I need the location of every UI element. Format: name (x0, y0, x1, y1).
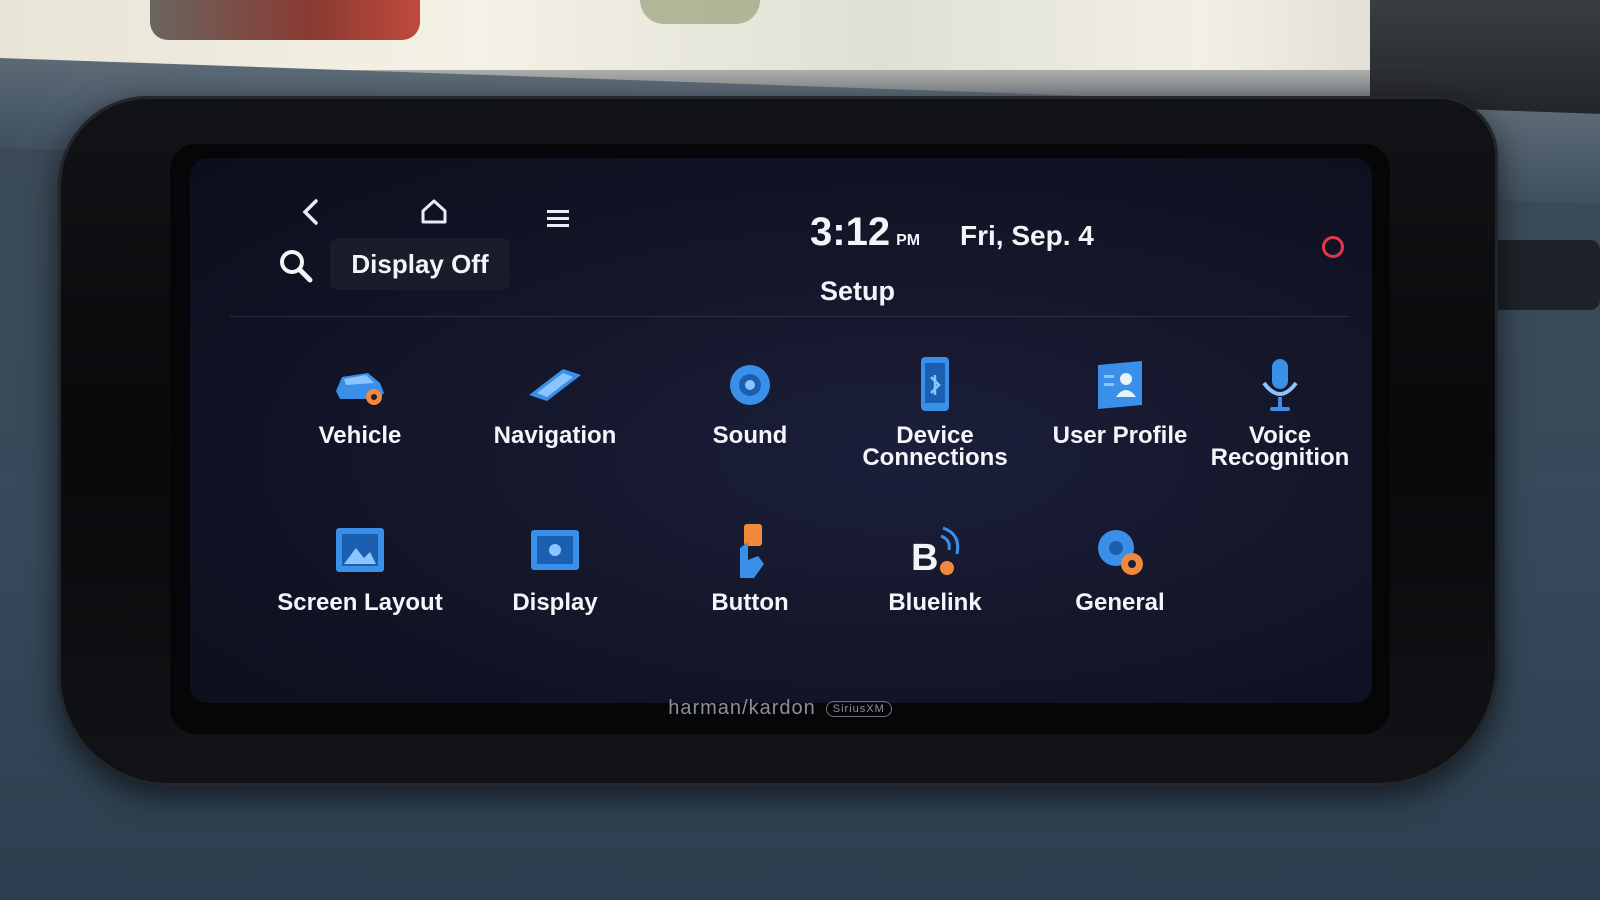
setting-label: Display (512, 589, 598, 616)
setting-label: Sound (712, 422, 788, 449)
date: Fri, Sep. 4 (960, 220, 1094, 251)
setting-voice-recognition[interactable]: Voice Recognition (1180, 353, 1372, 493)
setting-label: Device Connections (862, 422, 1008, 471)
screen-bezel: 3:12 PM Fri, Sep. 4 Setup Display Off Veh… (170, 144, 1390, 734)
setting-label: Screen Layout (277, 589, 443, 616)
screen-layout-icon (336, 528, 384, 572)
brand-name: harman/kardon (668, 697, 816, 719)
windshield-view (0, 0, 1600, 140)
svg-text:B: B (911, 537, 938, 579)
setting-device-connections[interactable]: Device Connections (840, 353, 1030, 493)
clock-time: 3:12 (810, 210, 891, 254)
clock: 3:12 PM (810, 210, 920, 255)
infotainment-unit: 3:12 PM Fri, Sep. 4 Setup Display Off Veh… (58, 96, 1498, 786)
sound-icon (730, 365, 770, 405)
setting-label: Voice Recognition (1210, 422, 1350, 471)
setting-display[interactable]: Display (460, 520, 650, 660)
page-title: Setup (820, 276, 896, 306)
divider (230, 316, 1348, 317)
setting-screen-layout[interactable]: Screen Layout (265, 520, 455, 660)
infotainment-screen: 3:12 PM Fri, Sep. 4 Setup Display Off Veh… (190, 158, 1372, 703)
display-icon (531, 530, 579, 570)
setting-general[interactable]: General (1025, 520, 1215, 660)
setting-bluelink[interactable]: B Bluelink (840, 520, 1030, 660)
general-icon (1098, 530, 1143, 575)
brand-sub: SiriusXM (825, 700, 892, 717)
menu-icon[interactable] (546, 204, 570, 235)
voice-recognition-icon (1262, 359, 1298, 411)
back-arrow-icon[interactable] (300, 198, 322, 233)
clock-ampm: PM (896, 232, 921, 249)
navigation-icon (529, 369, 581, 401)
setting-sound[interactable]: Sound (655, 353, 845, 493)
parked-car-left (150, 0, 420, 40)
setting-button[interactable]: Button (655, 520, 845, 660)
brand-logo: harman/kardon SiriusXM (170, 697, 1390, 720)
bluelink-icon: B (911, 526, 960, 579)
button-icon (740, 524, 764, 578)
tree (640, 0, 760, 24)
home-icon[interactable] (420, 198, 448, 231)
search-icon[interactable] (276, 246, 316, 286)
vehicle-icon (336, 373, 384, 405)
device-connections-icon (921, 357, 949, 411)
setting-label: Vehicle (318, 422, 402, 449)
display-off-button[interactable]: Display Off (330, 238, 510, 290)
setting-label: Button (711, 589, 789, 616)
setting-label: Bluelink (888, 589, 982, 616)
setting-vehicle[interactable]: Vehicle (265, 353, 455, 493)
setting-navigation[interactable]: Navigation (460, 353, 650, 493)
setting-label: Navigation (493, 422, 617, 449)
user-profile-icon (1098, 361, 1142, 409)
setting-label: General (1075, 589, 1165, 616)
connection-status-icon (1322, 236, 1344, 258)
